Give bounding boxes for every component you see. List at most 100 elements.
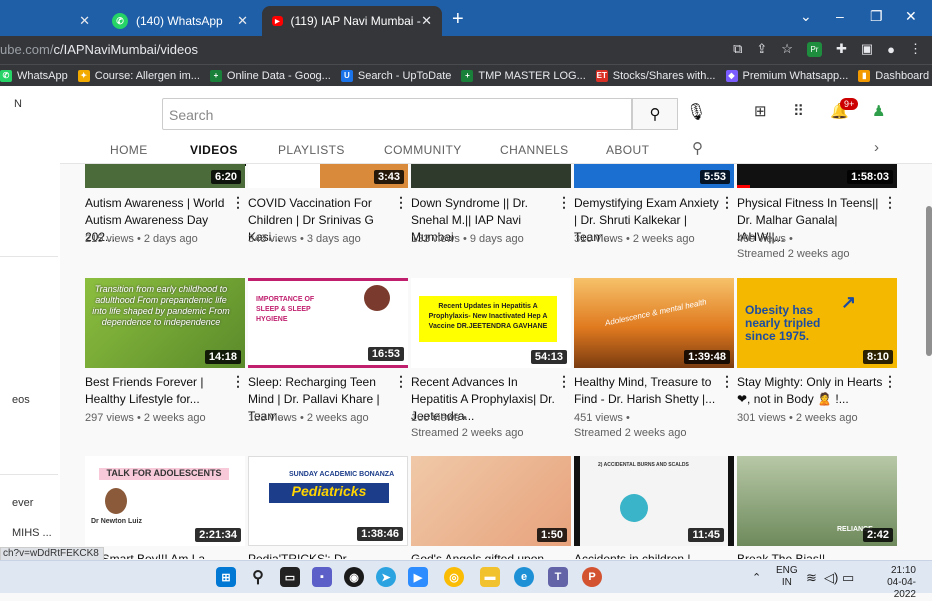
sidebar-item-subscription[interactable]: ever — [12, 497, 33, 509]
video-thumbnail[interactable]: IMPORTANCE OF SLEEP & SLEEP HYGIENE 16:5… — [248, 278, 408, 368]
video-title[interactable]: La Smart Boy!!! Am La... — [85, 551, 231, 559]
more-actions-icon[interactable]: ⋮ — [883, 373, 897, 390]
language-code: ENG — [776, 565, 798, 576]
bookmark-course[interactable]: ✦ Course: Allergen im... — [77, 69, 200, 82]
tab-home[interactable]: HOME — [110, 143, 148, 157]
tab-channels[interactable]: CHANNELS — [500, 143, 569, 157]
bookmark-star-icon[interactable]: ☆ — [781, 41, 793, 57]
video-thumbnail[interactable]: 3:43 — [248, 164, 408, 188]
more-actions-icon[interactable]: ⋮ — [720, 194, 734, 211]
video-title[interactable]: God's Angels gifted upon the... — [411, 551, 557, 559]
video-thumbnail[interactable]: Adolescence & mental health 1:39:48 — [574, 278, 734, 368]
video-title[interactable]: Best Friends Forever | Healthy Lifestyle… — [85, 374, 231, 408]
telegram-icon[interactable]: ➤ — [376, 567, 396, 587]
chrome-icon[interactable]: ◎ — [444, 567, 464, 587]
install-app-icon[interactable]: ⧉ — [733, 41, 742, 57]
language-indicator[interactable]: ENG IN — [776, 565, 798, 589]
bookmark-uptodate[interactable]: U Search - UpToDate — [340, 69, 451, 82]
close-tab-icon[interactable]: ✕ — [237, 13, 248, 29]
volume-icon[interactable]: ◁) — [824, 570, 838, 586]
duration-badge: 2:42 — [862, 528, 893, 542]
tab-videos[interactable]: VIDEOS — [182, 143, 246, 166]
tray-overflow-icon[interactable]: ⌃ — [752, 571, 761, 584]
extensions-puzzle-icon[interactable]: ✚ — [836, 41, 847, 57]
video-thumbnail[interactable]: RELIANCE 2:42 — [737, 456, 897, 546]
windows-start-icon[interactable]: ⊞ — [216, 567, 236, 587]
maximize-button[interactable]: ❐ — [870, 8, 883, 25]
tab-whatsapp[interactable]: ✆ (140) WhatsApp ✕ — [102, 6, 258, 36]
video-thumbnail[interactable]: 1:58:03 — [737, 164, 897, 188]
teams-icon[interactable]: T — [548, 567, 568, 587]
profile-avatar-icon[interactable]: ● — [887, 42, 895, 57]
app-icon[interactable]: ◉ — [344, 567, 364, 587]
more-actions-icon[interactable]: ⋮ — [557, 194, 571, 211]
microphone-icon[interactable]: 🎙 — [686, 102, 706, 122]
video-thumbnail[interactable] — [411, 164, 571, 188]
more-actions-icon[interactable]: ⋮ — [720, 373, 734, 390]
browser-menu-icon[interactable]: ⋮ — [909, 41, 922, 57]
more-actions-icon[interactable]: ⋮ — [231, 373, 245, 390]
video-title[interactable]: Stay Mighty: Only in Hearts ❤, not in Bo… — [737, 374, 883, 408]
channel-search-icon[interactable]: ⚲ — [692, 139, 703, 157]
side-panel-icon[interactable]: ▣ — [861, 41, 873, 57]
video-thumbnail[interactable]: Transition from early childhood to adult… — [85, 278, 245, 368]
video-thumbnail[interactable]: 6:20 — [85, 164, 245, 188]
speaker-photo — [364, 285, 390, 311]
sidebar-item-videos[interactable]: eos — [12, 394, 30, 406]
video-thumbnail[interactable]: TALK FOR ADOLESCENTS Dr Newton Luiz 2:21… — [85, 456, 245, 546]
more-actions-icon[interactable]: ⋮ — [394, 194, 408, 211]
battery-icon[interactable]: ▭ — [842, 570, 854, 586]
bookmark-stocks[interactable]: ET Stocks/Shares with... — [595, 69, 716, 82]
video-title[interactable]: Break The Bias|| Dr.Shilpa... — [737, 551, 883, 559]
video-thumbnail[interactable]: SUNDAY ACADEMIC BONANZA Pediatricks 1:38… — [248, 456, 408, 546]
tab-search-icon[interactable]: ⌄ — [800, 8, 812, 25]
video-thumbnail[interactable]: 1:50 — [411, 456, 571, 546]
close-window-button[interactable]: ✕ — [905, 8, 917, 25]
task-view-icon[interactable]: ▭ — [280, 567, 300, 587]
close-tab-icon[interactable]: ✕ — [421, 13, 432, 29]
tab-about[interactable]: ABOUT — [606, 143, 649, 157]
more-actions-icon[interactable]: ⋮ — [231, 194, 245, 211]
video-thumbnail[interactable]: 2) ACCIDENTAL BURNS AND SCALDS 11:45 — [574, 456, 734, 546]
search-button[interactable]: ⚲ — [632, 98, 678, 130]
create-video-icon[interactable]: ⊞ — [754, 102, 767, 120]
tab-partial[interactable]: ✕ — [0, 6, 100, 36]
wifi-icon[interactable]: ≋ — [806, 570, 817, 586]
video-title[interactable]: Pedia'TRICKS': Dr. Baldev... — [248, 551, 394, 559]
file-explorer-icon[interactable]: ▬ — [480, 567, 500, 587]
chat-icon[interactable]: ▪ — [312, 567, 332, 587]
bookmark-tmp-master[interactable]: + TMP MASTER LOG... — [461, 69, 586, 82]
video-title[interactable]: Healthy Mind, Treasure to Find - Dr. Har… — [574, 374, 720, 408]
search-icon[interactable]: ⚲ — [248, 567, 268, 587]
more-actions-icon[interactable]: ⋮ — [557, 373, 571, 390]
search-input[interactable]: Search — [162, 98, 632, 130]
tab-community[interactable]: COMMUNITY — [384, 143, 462, 157]
close-tab-icon[interactable]: ✕ — [79, 13, 90, 29]
page-scrollbar[interactable] — [926, 206, 932, 356]
bookmark-whatsapp[interactable]: ✆ WhatsApp — [0, 69, 68, 82]
apps-grid-icon[interactable]: ⠿ — [793, 102, 804, 120]
more-actions-icon[interactable]: ⋮ — [394, 373, 408, 390]
share-icon[interactable]: ⇪ — [756, 41, 767, 57]
account-avatar-icon[interactable]: ♟ — [872, 102, 885, 120]
new-tab-button[interactable]: + — [452, 9, 464, 29]
video-title[interactable]: Accidents in children |... — [574, 551, 720, 559]
video-thumbnail[interactable]: Recent Updates in Hepatitis A Prophylaxi… — [411, 278, 571, 368]
powerpoint-icon[interactable]: P — [582, 567, 602, 587]
extension-icon[interactable]: Pr — [806, 41, 822, 57]
url-field[interactable]: ube.com/c/IAPNaviMumbai/videos — [0, 42, 198, 57]
sidebar-item-mihs[interactable]: MIHS ... — [12, 527, 52, 539]
bookmark-online-data[interactable]: + Online Data - Goog... — [209, 69, 331, 82]
tab-playlists[interactable]: PLAYLISTS — [278, 143, 345, 157]
more-actions-icon[interactable]: ⋮ — [883, 194, 897, 211]
tab-youtube[interactable]: ▶ (119) IAP Navi Mumbai - YouTub ✕ — [262, 6, 442, 36]
bookmark-dashboard[interactable]: ▮ Dashboard - Screen... — [858, 69, 932, 82]
video-thumbnail[interactable]: Obesity has nearly tripled since 1975. ↗… — [737, 278, 897, 368]
video-thumbnail[interactable]: 5:53 — [574, 164, 734, 188]
minimize-button[interactable]: – — [836, 8, 844, 24]
chevron-right-icon[interactable]: › — [874, 139, 879, 156]
zoom-icon[interactable]: ▶ — [408, 567, 428, 587]
clock[interactable]: 21:10 04-04-2022 — [866, 565, 916, 601]
edge-icon[interactable]: e — [514, 567, 534, 587]
bookmark-premium-whatsapp[interactable]: ◆ Premium Whatsapp... — [725, 69, 848, 82]
